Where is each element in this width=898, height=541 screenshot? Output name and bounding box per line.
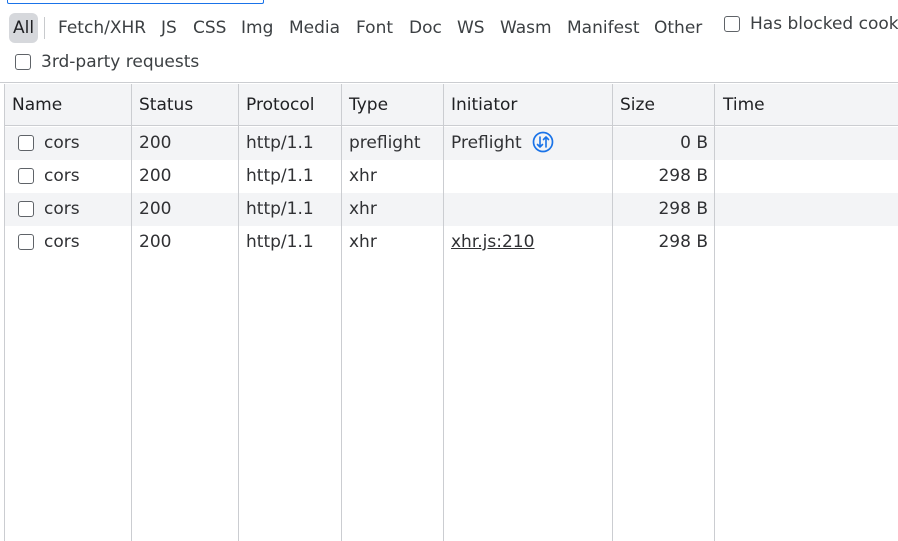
cell-size: 298 B xyxy=(658,166,708,186)
column-header-initiator[interactable]: Initiator xyxy=(451,84,517,126)
filter-ws-button[interactable]: WS xyxy=(453,13,489,43)
cell-status: 200 xyxy=(139,199,172,219)
cell-name: cors xyxy=(44,232,80,252)
cell-protocol: http/1.1 xyxy=(246,166,314,186)
cell-protocol: http/1.1 xyxy=(246,199,314,219)
cell-type: xhr xyxy=(349,232,377,252)
row-checkbox[interactable] xyxy=(18,201,34,217)
column-header-protocol[interactable]: Protocol xyxy=(246,84,315,126)
column-divider[interactable] xyxy=(612,84,613,541)
column-divider[interactable] xyxy=(238,84,239,541)
table-row[interactable]: cors 200 http/1.1 xhr 298 B xyxy=(5,160,898,193)
filter-wasm-button[interactable]: Wasm xyxy=(496,13,556,43)
row-checkbox[interactable] xyxy=(18,135,34,151)
cell-name: cors xyxy=(44,166,80,186)
row-checkbox[interactable] xyxy=(18,234,34,250)
table-header: Name Status Protocol Type Initiator Size… xyxy=(5,84,898,126)
column-divider[interactable] xyxy=(131,84,132,541)
filter-all-button[interactable]: All xyxy=(9,13,39,43)
filter-media-button[interactable]: Media xyxy=(285,13,344,43)
cell-status: 200 xyxy=(139,232,172,252)
filter-css-button[interactable]: CSS xyxy=(189,13,230,43)
row-checkbox[interactable] xyxy=(18,168,34,184)
cell-protocol: http/1.1 xyxy=(246,232,314,252)
cell-type: xhr xyxy=(349,199,377,219)
column-header-name[interactable]: Name xyxy=(12,84,62,126)
table-row[interactable]: cors 200 http/1.1 preflight Preflight 0 … xyxy=(5,127,898,160)
has-blocked-cookies-checkbox[interactable] xyxy=(724,16,740,32)
initiator-source-link[interactable]: xhr.js:210 xyxy=(451,232,534,252)
column-header-type[interactable]: Type xyxy=(349,84,388,126)
column-header-status[interactable]: Status xyxy=(139,84,193,126)
filter-other-button[interactable]: Other xyxy=(650,13,706,43)
filter-js-button[interactable]: JS xyxy=(157,13,181,43)
filter-bar: All Fetch/XHR JS CSS Img Media Font Doc … xyxy=(0,0,898,83)
filter-fetch-xhr-button[interactable]: Fetch/XHR xyxy=(54,13,150,43)
cell-size: 298 B xyxy=(658,199,708,219)
cell-type: preflight xyxy=(349,133,421,153)
cell-initiator[interactable]: Preflight xyxy=(451,127,554,160)
cell-size: 0 B xyxy=(680,133,708,153)
column-divider[interactable] xyxy=(443,84,444,541)
third-party-checkbox[interactable] xyxy=(15,54,31,70)
cell-name: cors xyxy=(44,199,80,219)
column-divider[interactable] xyxy=(714,84,715,541)
column-header-size[interactable]: Size xyxy=(620,84,655,126)
filter-divider xyxy=(44,17,45,39)
initiator-text: Preflight xyxy=(451,133,522,153)
filter-img-button[interactable]: Img xyxy=(237,13,277,43)
has-blocked-cookies-label: Has blocked cook xyxy=(750,14,898,34)
table-row[interactable]: cors 200 http/1.1 xhr 298 B xyxy=(5,193,898,226)
filter-doc-button[interactable]: Doc xyxy=(405,13,446,43)
cell-status: 200 xyxy=(139,166,172,186)
has-blocked-cookies-filter[interactable]: Has blocked cook xyxy=(724,14,898,34)
cell-initiator[interactable]: xhr.js:210 xyxy=(451,226,534,259)
column-header-time[interactable]: Time xyxy=(723,84,765,126)
table-row[interactable]: cors 200 http/1.1 xhr xhr.js:210 298 B xyxy=(5,226,898,259)
column-divider[interactable] xyxy=(341,84,342,541)
cell-protocol: http/1.1 xyxy=(246,133,314,153)
cell-status: 200 xyxy=(139,133,172,153)
third-party-filter[interactable]: 3rd-party requests xyxy=(15,52,199,72)
preflight-arrows-icon[interactable] xyxy=(532,131,554,153)
cell-size: 298 B xyxy=(658,232,708,252)
cell-type: xhr xyxy=(349,166,377,186)
cell-name: cors xyxy=(44,133,80,153)
filter-font-button[interactable]: Font xyxy=(352,13,397,43)
requests-table: Name Status Protocol Type Initiator Size… xyxy=(4,84,898,541)
third-party-label: 3rd-party requests xyxy=(41,52,200,72)
filter-manifest-button[interactable]: Manifest xyxy=(563,13,644,43)
